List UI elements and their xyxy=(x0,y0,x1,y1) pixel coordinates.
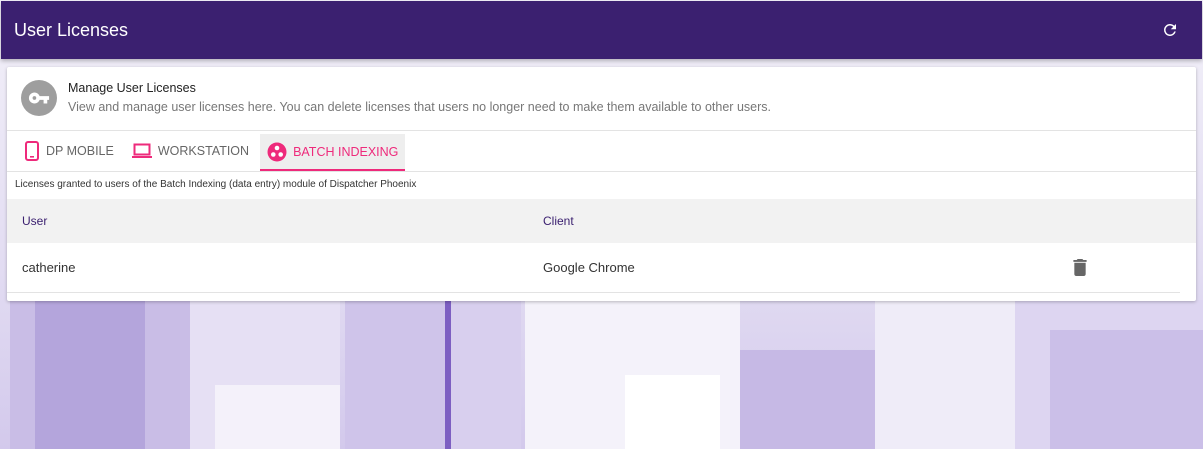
column-header-user[interactable]: User xyxy=(7,214,529,228)
tab-label: WORKSTATION xyxy=(157,144,250,158)
page-title: User Licenses xyxy=(14,19,129,40)
laptop-icon xyxy=(131,143,152,159)
license-tabs: DP MOBILE WORKSTATION BATCH INDEXING xyxy=(7,131,1196,172)
batch-indexing-icon xyxy=(267,142,287,162)
card-header: Manage User Licenses View and manage use… xyxy=(7,67,1196,131)
tab-label: BATCH INDEXING xyxy=(293,144,399,159)
tab-label: DP MOBILE xyxy=(46,144,114,158)
trash-icon[interactable] xyxy=(1068,256,1092,280)
table-header: User Client xyxy=(7,199,1196,243)
key-icon xyxy=(21,80,57,116)
tab-description: Licenses granted to users of the Batch I… xyxy=(15,179,417,190)
tab-batch-indexing[interactable]: BATCH INDEXING xyxy=(260,134,406,171)
app-bar: User Licenses xyxy=(1,1,1202,59)
column-header-client[interactable]: Client xyxy=(529,214,1069,228)
user-cell: catherine xyxy=(22,260,76,275)
mobile-phone-icon xyxy=(24,141,40,161)
card-title: Manage User Licenses xyxy=(68,81,196,95)
refresh-icon[interactable] xyxy=(1158,18,1182,42)
tab-workstation[interactable]: WORKSTATION xyxy=(125,131,256,171)
card-subtitle: View and manage user licenses here. You … xyxy=(68,100,771,114)
client-cell: Google Chrome xyxy=(543,260,635,275)
user-licenses-card: Manage User Licenses View and manage use… xyxy=(7,67,1196,301)
tab-dp-mobile[interactable]: DP MOBILE xyxy=(17,131,121,171)
header-text: Manage User Licenses View and manage use… xyxy=(68,80,771,116)
table-row: catherine Google Chrome xyxy=(7,243,1180,293)
